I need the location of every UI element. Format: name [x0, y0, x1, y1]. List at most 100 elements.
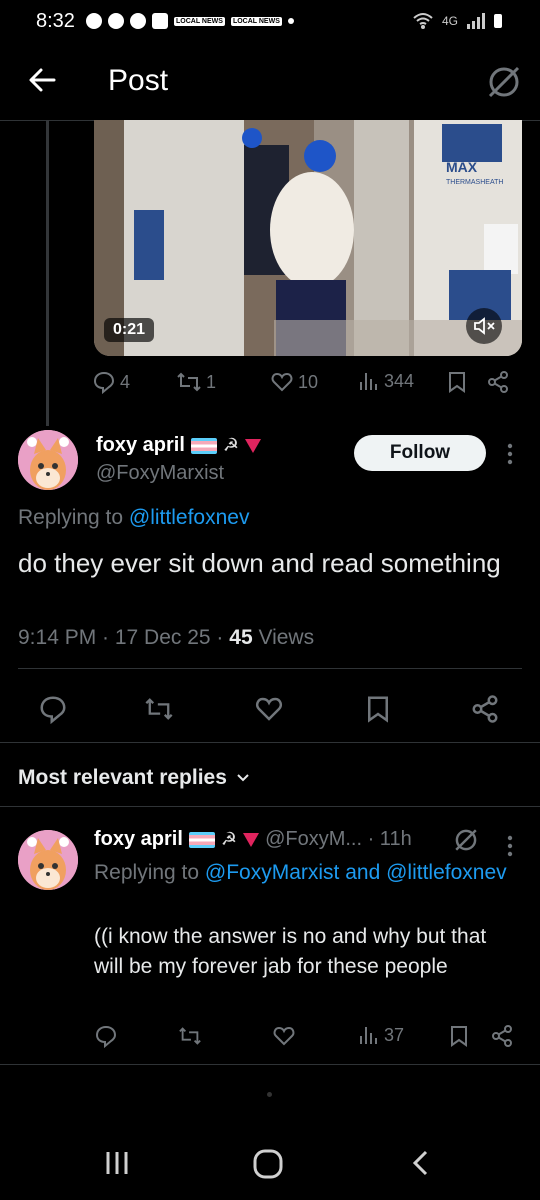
- fox-avatar-image: [18, 830, 78, 890]
- repost-count: 1: [206, 371, 217, 392]
- reply-icon: [93, 371, 115, 394]
- reply-more-options-button[interactable]: [502, 832, 518, 860]
- replying-mention[interactable]: @littlefoxnev: [129, 506, 250, 529]
- heart-icon: [271, 372, 293, 392]
- post-views-count[interactable]: 45: [229, 626, 252, 649]
- news-icon: LOCAL NEWS: [230, 16, 282, 26]
- parent-actions: 4 1 10 344: [92, 370, 522, 398]
- more-notifications-dot: [287, 18, 294, 24]
- loading-dot: [267, 1092, 272, 1097]
- views-action[interactable]: 344: [358, 370, 414, 392]
- reply-actions: 37: [94, 1024, 524, 1052]
- bookmark-icon[interactable]: [364, 694, 392, 724]
- trans-flag-icon: [188, 831, 215, 848]
- wall-text-max: MAX: [446, 159, 478, 175]
- bookmark-icon[interactable]: [448, 1024, 470, 1048]
- reply-views-action[interactable]: 37: [358, 1024, 404, 1046]
- grok-icon: [488, 66, 520, 98]
- chat-icon: [152, 13, 168, 29]
- like-action[interactable]: 10: [270, 370, 318, 394]
- reply-action[interactable]: 4: [92, 370, 130, 394]
- author-name[interactable]: foxy april: [96, 434, 185, 457]
- arrow-left-icon: [29, 68, 56, 92]
- repost-icon[interactable]: [178, 1024, 202, 1048]
- reply-views-count: 37: [384, 1024, 405, 1045]
- post-header: Post: [0, 44, 540, 121]
- mute-button[interactable]: [466, 308, 502, 344]
- reply-replying-to-line: Replying to @FoxyMarxist and @littlefoxn…: [94, 858, 514, 888]
- trans-flag-icon: [190, 437, 217, 454]
- page-title: Post: [108, 64, 169, 97]
- facebook-icon: [86, 13, 102, 29]
- home-button[interactable]: [250, 1146, 286, 1182]
- repost-icon[interactable]: [144, 694, 174, 724]
- reply-author-avatar[interactable]: [18, 830, 78, 890]
- news-icon: LOCAL NEWS: [174, 16, 225, 26]
- video-duration: 0:21: [104, 318, 155, 342]
- replies-sort-selector[interactable]: Most relevant replies: [18, 766, 251, 790]
- hammer-sickle-icon: ☭: [222, 435, 240, 455]
- system-status: 4G: [412, 12, 502, 30]
- reply-handle-time[interactable]: @FoxyM... · 11h: [265, 828, 412, 851]
- post-timestamp: 9:14 PM · 17 Dec 25 ·: [18, 626, 230, 649]
- grok-button[interactable]: [484, 62, 524, 102]
- recent-apps-button[interactable]: [100, 1146, 134, 1180]
- author-name-line: foxy april ☭: [96, 434, 262, 457]
- reply-text: ((i know the answer is no and why but th…: [94, 925, 487, 978]
- share-icon[interactable]: [470, 694, 500, 724]
- views-icon: [360, 1027, 377, 1044]
- repost-action[interactable]: 1: [176, 370, 216, 394]
- facebook-icon: [130, 13, 146, 29]
- reply-icon[interactable]: [38, 694, 68, 724]
- reply-icon[interactable]: [94, 1024, 118, 1048]
- follow-button[interactable]: Follow: [354, 435, 486, 471]
- post-meta: 9:14 PM · 17 Dec 25 · 45 Views: [18, 626, 314, 650]
- divider: [18, 668, 522, 669]
- divider: [0, 1064, 540, 1065]
- reply-author-name[interactable]: foxy april: [94, 828, 183, 851]
- hammer-sickle-icon: ☭: [220, 829, 238, 849]
- kebab-menu-icon: [507, 835, 513, 857]
- views-icon: [360, 373, 377, 390]
- android-nav-bar: [0, 1126, 540, 1200]
- network-type: 4G: [441, 14, 458, 28]
- wifi-icon: [413, 13, 433, 29]
- divider: [0, 742, 540, 743]
- replying-prefix: Replying to: [18, 506, 124, 529]
- share-icon: [488, 371, 508, 393]
- thread-line: [46, 120, 49, 426]
- battery-icon: [494, 14, 502, 28]
- share-icon[interactable]: [490, 1024, 514, 1048]
- status-bar: 8:32 LOCAL NEWS LOCAL NEWS 4G: [0, 0, 540, 44]
- replies-sort-label: Most relevant replies: [18, 766, 227, 789]
- heart-icon[interactable]: [272, 1024, 296, 1048]
- more-options-button[interactable]: [502, 440, 518, 468]
- author-handle[interactable]: @FoxyMarxist: [96, 462, 224, 485]
- bookmark-icon: [449, 372, 465, 393]
- back-button[interactable]: [24, 62, 60, 98]
- divider: [0, 806, 540, 807]
- wall-text-thermasheath: THERMASHEATH: [446, 179, 503, 186]
- video-player[interactable]: MAX THERMASHEATH: [94, 120, 522, 356]
- like-count: 10: [298, 371, 319, 392]
- author-avatar[interactable]: [18, 430, 78, 490]
- reply-replying-prefix: Replying to: [94, 861, 200, 884]
- notification-icons: LOCAL NEWS LOCAL NEWS: [86, 13, 294, 29]
- repost-icon: [177, 372, 201, 392]
- replying-to-line: Replying to @littlefoxnev: [18, 506, 249, 530]
- views-count: 344: [384, 370, 415, 391]
- reply-replying-mentions[interactable]: @FoxyMarxist and @littlefoxnev: [205, 861, 507, 884]
- muted-speaker-icon: [474, 317, 495, 335]
- post-text: do they ever sit down and read something: [18, 548, 501, 578]
- system-back-button[interactable]: [404, 1146, 438, 1180]
- share-action[interactable]: [486, 370, 510, 394]
- messenger-icon: [108, 13, 124, 29]
- fox-avatar-image: [18, 430, 78, 490]
- heart-icon[interactable]: [254, 694, 284, 724]
- chevron-down-icon: [237, 774, 249, 782]
- bookmark-action[interactable]: [446, 370, 468, 394]
- post-actions: [0, 690, 540, 724]
- grok-button[interactable]: [452, 826, 480, 854]
- red-triangle-icon: [243, 832, 260, 847]
- signal-icon: [467, 13, 485, 29]
